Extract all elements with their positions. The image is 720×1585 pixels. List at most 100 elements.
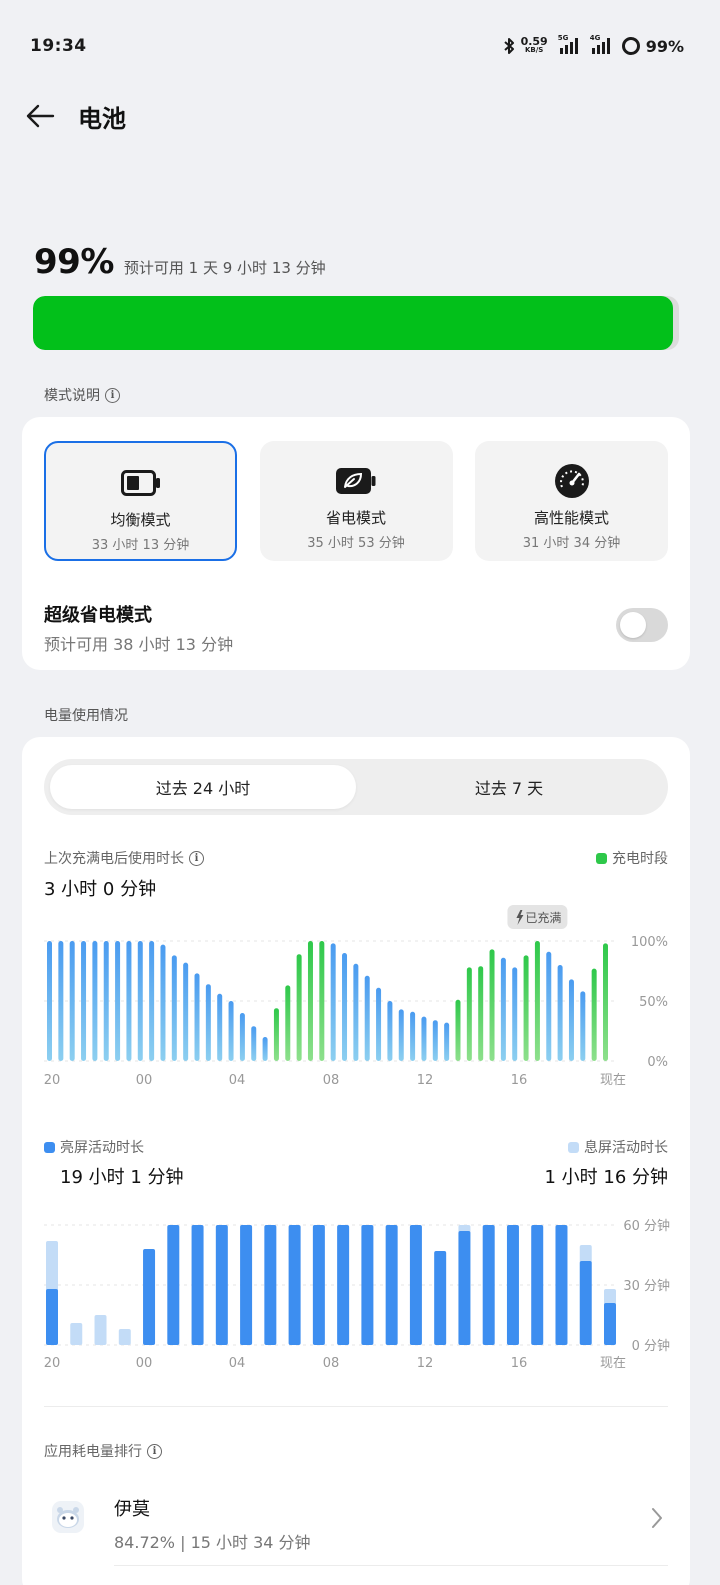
screen-off-bar — [70, 1323, 83, 1345]
charging-legend: 充电时段 — [596, 848, 668, 868]
mode-balanced[interactable]: 均衡模式 33 小时 13 分钟 — [44, 441, 237, 561]
battery-bar — [228, 1001, 234, 1061]
activity-x-tick: 04 — [229, 1356, 246, 1371]
mode-section-title: 模式说明 i — [44, 385, 120, 405]
activity-y-tick: 30 分钟 — [623, 1278, 670, 1294]
battery-ring-icon — [621, 37, 640, 55]
screen-on-bar — [604, 1303, 616, 1345]
mode-power-saving[interactable]: 省电模式 35 小时 53 分钟 — [259, 441, 453, 561]
battery-bar — [330, 943, 336, 1061]
battery-bar — [47, 941, 52, 1061]
battery-bar — [160, 944, 166, 1061]
battery-bar — [523, 955, 529, 1061]
mode-high-performance-time: 31 小时 34 分钟 — [522, 536, 621, 551]
screen-on-bar — [531, 1225, 544, 1345]
range-tabs: 过去 24 小时 过去 7 天 — [44, 759, 668, 815]
battery-level-bar — [33, 296, 679, 350]
battery-y-tick: 50% — [639, 995, 668, 1010]
charging-legend-dot — [596, 853, 607, 864]
tab-24-hours[interactable]: 过去 24 小时 — [50, 765, 356, 809]
battery-bar — [149, 941, 155, 1061]
activity-y-tick: 0 分钟 — [632, 1338, 670, 1354]
mode-section-title-text: 模式说明 — [44, 388, 100, 404]
battery-y-tick: 100% — [631, 935, 668, 950]
battery-bar — [92, 941, 98, 1061]
battery-bar — [319, 941, 325, 1061]
battery-x-tick: 现在 — [600, 1073, 626, 1088]
info-icon[interactable]: i — [147, 1443, 162, 1459]
arrow-left-icon — [26, 104, 55, 128]
battery-bar — [262, 1037, 268, 1061]
activity-x-tick: 16 — [511, 1356, 528, 1371]
battery-x-tick: 12 — [417, 1073, 434, 1088]
network-speed-value: 0.59 — [520, 35, 548, 48]
back-button[interactable] — [18, 94, 62, 138]
screen-on-bar — [506, 1225, 519, 1345]
battery-bar — [353, 963, 359, 1061]
screen-on-bar — [240, 1225, 253, 1345]
usage-card: 过去 24 小时 过去 7 天 上次充满电后使用时长 i 3 小时 0 分钟 充… — [22, 737, 690, 1585]
battery-bar — [455, 999, 461, 1061]
screen-on-bar — [215, 1225, 228, 1345]
screen-off-value: 1 小时 16 分钟 — [544, 1167, 668, 1188]
battery-bar — [194, 973, 200, 1061]
leaf-battery-icon — [336, 463, 376, 499]
mode-options: 均衡模式 33 小时 13 分钟 省电模式 35 小时 53 分钟 高性能模式 … — [44, 441, 668, 561]
battery-bar — [603, 943, 608, 1061]
activity-x-tick: 08 — [323, 1356, 340, 1371]
activity-x-tick: 20 — [44, 1356, 61, 1371]
info-icon[interactable]: i — [105, 387, 120, 403]
battery-bar — [398, 1009, 404, 1061]
battery-bar — [546, 951, 552, 1061]
chevron-right-icon — [652, 1508, 662, 1528]
battery-bar — [466, 967, 472, 1061]
battery-bar — [296, 954, 302, 1061]
screen-on-bar — [555, 1225, 568, 1345]
super-saving-toggle[interactable] — [616, 608, 668, 642]
battery-bar — [534, 941, 540, 1061]
activity-x-tick: 00 — [136, 1356, 153, 1371]
mode-high-performance[interactable]: 高性能模式 31 小时 34 分钟 — [475, 441, 668, 561]
battery-bar — [81, 941, 87, 1061]
screen-off-bar — [118, 1329, 131, 1345]
app-row-imo[interactable]: 伊莫 84.72% | 15 小时 34 分钟 — [22, 1477, 690, 1585]
battery-percent: 99% — [34, 242, 114, 282]
mode-power-saving-time: 35 小时 53 分钟 — [307, 536, 405, 551]
battery-bar — [307, 941, 313, 1061]
battery-bar — [432, 1020, 438, 1061]
battery-bar — [137, 941, 143, 1061]
status-bar: 19:34 0.59 KB/S 5G 4G 99% — [0, 0, 720, 92]
activity-x-tick: 12 — [417, 1356, 434, 1371]
mode-power-saving-name: 省电模式 — [325, 509, 386, 527]
status-icons: 0.59 KB/S 5G 4G 99% — [503, 34, 684, 56]
mode-card: 均衡模式 33 小时 13 分钟 省电模式 35 小时 53 分钟 高性能模式 … — [22, 417, 690, 670]
battery-bar — [103, 941, 109, 1061]
battery-bar — [251, 1026, 257, 1061]
toggle-knob — [620, 612, 646, 638]
charging-legend-text: 充电时段 — [612, 851, 668, 867]
screen-on-bar — [482, 1225, 495, 1345]
page-title: 电池 — [78, 104, 126, 133]
tab-7-days[interactable]: 过去 7 天 — [356, 765, 662, 809]
network-speed: 0.59 KB/S — [520, 35, 548, 55]
screen-on-bar — [385, 1225, 398, 1345]
battery-bar — [557, 965, 563, 1061]
screen-on-bar — [579, 1261, 592, 1345]
battery-bar — [115, 941, 121, 1061]
battery-bar — [364, 975, 370, 1061]
screen-on-value: 19 小时 1 分钟 — [60, 1167, 184, 1188]
screen-on-bar — [264, 1225, 277, 1345]
signal-5g-label: 5G — [557, 34, 569, 42]
screen-on-bar — [288, 1225, 301, 1345]
battery-bar — [568, 979, 574, 1061]
info-icon[interactable]: i — [189, 850, 204, 866]
battery-bar — [478, 966, 484, 1061]
super-saving-estimate: 预计可用 38 小时 13 分钟 — [44, 635, 234, 654]
screen-on-bar — [167, 1225, 180, 1345]
usage-section-title: 电量使用情况 — [44, 705, 128, 725]
battery-bar — [171, 955, 177, 1061]
divider — [114, 1565, 668, 1566]
divider — [44, 1406, 668, 1407]
screen-on-bar — [312, 1225, 325, 1345]
status-time: 19:34 — [30, 36, 87, 56]
